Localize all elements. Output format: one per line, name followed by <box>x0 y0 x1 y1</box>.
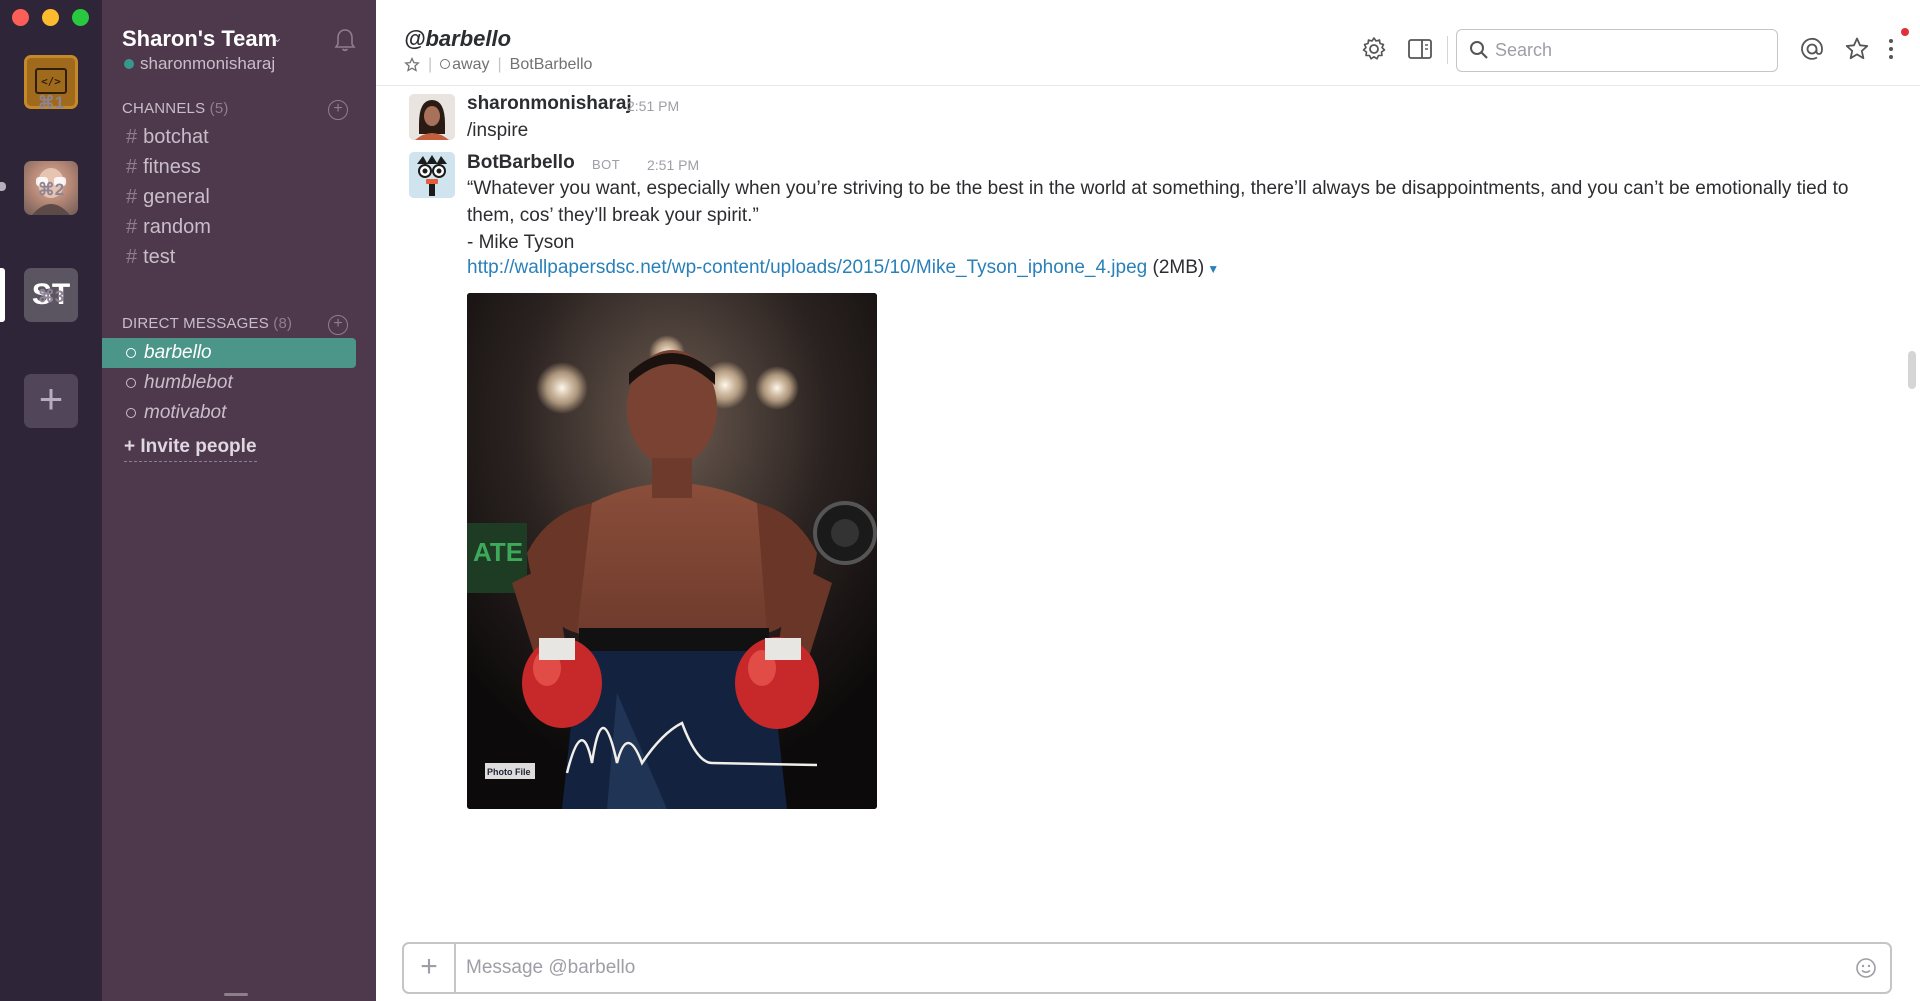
emoji-icon[interactable] <box>1854 956 1878 980</box>
dm-count: (8) <box>273 315 293 332</box>
attachment-image[interactable]: ATE Photo File <box>467 293 877 809</box>
dm-title: DIRECT MESSAGES <box>122 315 269 332</box>
channel-test[interactable]: # test <box>126 246 175 269</box>
search-box[interactable] <box>1456 29 1778 72</box>
conversation-header: @barbello | away | BotBarbello <box>376 0 1920 86</box>
dm-barbello[interactable]: barbello <box>102 338 356 368</box>
bot-avatar-image <box>409 152 455 198</box>
hash-icon: # <box>126 126 138 148</box>
star-icon[interactable] <box>404 57 420 73</box>
channels-count: (5) <box>209 100 229 117</box>
team-shortcut-3: ⌘3 <box>37 287 65 306</box>
channel-label: random <box>143 216 211 238</box>
add-direct-message-button[interactable]: + <box>328 315 348 335</box>
conversation-pane: @barbello | away | BotBarbello Search sh… <box>376 0 1920 1001</box>
bell-icon[interactable] <box>334 28 356 52</box>
team-switcher-rail: </> ⌘1 ⌘2 ST ⌘3 + <box>0 0 102 1001</box>
avatar[interactable] <box>409 94 455 140</box>
team-name[interactable]: Sharon's Team <box>122 26 277 52</box>
invite-people-link[interactable]: + Invite people <box>124 436 257 462</box>
hash-icon: # <box>126 156 138 178</box>
svg-text:ATE: ATE <box>473 537 523 567</box>
channel-botchat[interactable]: # botchat <box>126 126 209 149</box>
channel-random[interactable]: # random <box>126 216 211 239</box>
hash-icon: # <box>126 246 138 268</box>
slack-window: </> ⌘1 ⌘2 ST ⌘3 + Sharon's Team ⌄ sharon… <box>0 0 1920 1001</box>
quote-attribution: - Mike Tyson <box>467 232 575 253</box>
quote-line-2: them, cos’ they’ll break your spirit.” <box>467 205 759 226</box>
channel-label: fitness <box>143 156 201 178</box>
attachment-line: http://wallpapersdsc.net/wp-content/uplo… <box>467 257 1219 279</box>
message-author[interactable]: BotBarbello <box>467 152 575 174</box>
message-scrollbar[interactable] <box>1908 351 1916 389</box>
channels-title: CHANNELS <box>122 100 206 117</box>
team-shortcut-1: ⌘1 <box>37 93 65 112</box>
add-channel-button[interactable]: + <box>328 100 348 120</box>
channel-sidebar: Sharon's Team ⌄ sharonmonisharaj CHANNEL… <box>102 0 376 1001</box>
search-icon <box>1470 41 1488 59</box>
search-input[interactable] <box>1495 30 1765 70</box>
channel-general[interactable]: # general <box>126 186 210 209</box>
close-window-button[interactable] <box>12 9 29 26</box>
team-shortcut-2: ⌘2 <box>37 180 65 199</box>
more-options-icon[interactable] <box>1885 36 1897 62</box>
channel-label: general <box>143 186 210 208</box>
sidebar-resize-handle[interactable] <box>224 993 248 996</box>
header-divider <box>1447 36 1448 64</box>
boxer-photo: ATE Photo File <box>467 293 877 809</box>
quote-line-1: “Whatever you want, especially when you’… <box>467 178 1849 199</box>
attachment-size: (2MB) <box>1152 257 1205 278</box>
message-timestamp[interactable]: 2:51 PM <box>627 98 679 114</box>
user-avatar-image <box>409 94 455 140</box>
minimize-window-button[interactable] <box>42 9 59 26</box>
sidebar-toggle-icon[interactable] <box>1407 36 1433 62</box>
chevron-down-icon[interactable]: ⌄ <box>272 30 283 46</box>
online-status-icon <box>124 59 134 69</box>
conversation-title[interactable]: @barbello <box>404 26 511 52</box>
away-status-icon <box>126 378 136 388</box>
attach-file-button[interactable]: + <box>404 944 456 992</box>
message-list: sharonmonisharaj 2:51 PM /inspire BotBar… <box>376 86 1920 936</box>
presence-status: away <box>440 56 490 74</box>
channel-label: botchat <box>143 126 209 148</box>
caret-down-icon[interactable]: ▼ <box>1207 262 1219 276</box>
attachment-link[interactable]: http://wallpapersdsc.net/wp-content/uplo… <box>467 257 1147 278</box>
gear-icon[interactable] <box>1361 36 1387 62</box>
display-name: BotBarbello <box>509 56 593 73</box>
divider: | <box>497 56 502 73</box>
direct-messages-section-title[interactable]: DIRECT MESSAGES (8) <box>122 315 292 332</box>
dm-label: motivabot <box>144 402 227 423</box>
svg-text:Photo File: Photo File <box>487 767 531 777</box>
away-status-icon <box>440 59 451 69</box>
message-composer: + <box>402 942 1892 994</box>
current-username: sharonmonisharaj <box>140 54 276 73</box>
dm-label: barbello <box>144 342 212 363</box>
mentions-icon[interactable] <box>1799 36 1825 62</box>
dm-label: humblebot <box>144 372 233 393</box>
starred-items-icon[interactable] <box>1844 36 1870 62</box>
bot-badge: BOT <box>592 157 621 172</box>
conversation-meta: | away | BotBarbello <box>404 56 592 74</box>
zoom-window-button[interactable] <box>72 9 89 26</box>
message-author[interactable]: sharonmonisharaj <box>467 93 632 115</box>
message-timestamp[interactable]: 2:51 PM <box>647 157 699 173</box>
away-status-icon <box>126 348 136 358</box>
message-text: /inspire <box>467 120 529 141</box>
channel-fitness[interactable]: # fitness <box>126 156 201 179</box>
notification-badge <box>1901 28 1909 36</box>
dm-humblebot[interactable]: humblebot <box>102 368 356 398</box>
add-team-button[interactable]: + <box>24 374 78 428</box>
dm-motivabot[interactable]: motivabot <box>102 398 356 428</box>
presence-label: away <box>452 56 490 73</box>
hash-icon: # <box>126 216 138 238</box>
channel-label: test <box>143 246 176 268</box>
code-icon: </> <box>35 68 67 94</box>
divider: | <box>428 56 433 73</box>
avatar[interactable] <box>409 152 455 198</box>
hash-icon: # <box>126 186 138 208</box>
away-status-icon <box>126 408 136 418</box>
message-input[interactable] <box>466 950 1826 986</box>
channels-section-title[interactable]: CHANNELS (5) <box>122 100 229 117</box>
